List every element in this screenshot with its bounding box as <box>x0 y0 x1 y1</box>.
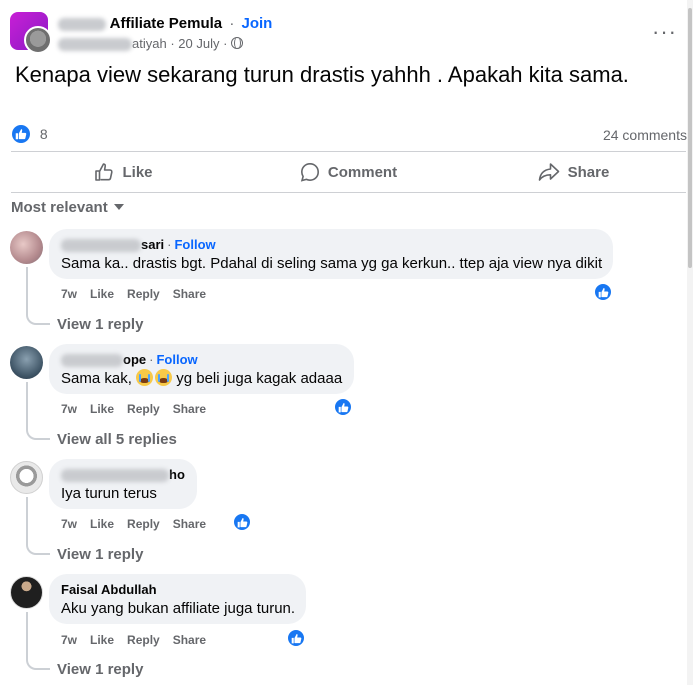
post-text: Kenapa view sekarang turun drastis yahhh… <box>15 62 629 87</box>
author-avatar[interactable] <box>24 26 52 54</box>
comment-like-button[interactable]: Like <box>90 517 114 531</box>
thread-line <box>26 497 50 555</box>
commenter-name[interactable]: ho <box>169 467 185 482</box>
comment-count[interactable]: 24 comments <box>603 127 687 143</box>
comment-time[interactable]: 7w <box>61 287 77 301</box>
scrollbar-thumb[interactable] <box>688 8 692 268</box>
speech-bubble-icon <box>300 162 319 182</box>
comment-like-reaction-icon[interactable] <box>334 398 352 416</box>
comment-actions: 7w Like Reply Share <box>61 402 219 416</box>
comment-reply-button[interactable]: Reply <box>127 402 160 416</box>
author-name[interactable]: atiyah <box>132 36 167 51</box>
comment-like-reaction-icon[interactable] <box>233 513 251 531</box>
group-title-line: Affiliate Pemula · Join <box>58 15 272 32</box>
caret-down-icon <box>113 204 124 210</box>
comment-actions: 7w Like Reply Share <box>61 517 219 531</box>
commenter-avatar[interactable] <box>10 576 43 609</box>
comment-like-reaction-icon[interactable] <box>287 629 305 647</box>
comment-text-end: yg beli juga kagak adaaa <box>176 370 343 387</box>
reactions-summary: 8 24 comments <box>12 125 687 145</box>
comment-reply-button[interactable]: Reply <box>127 287 160 301</box>
view-replies-link[interactable]: View 1 reply <box>57 316 143 333</box>
comment-like-button[interactable]: Like <box>90 287 114 301</box>
redacted-text <box>58 17 106 31</box>
join-button[interactable]: Join <box>242 15 273 32</box>
post-action-bar: Like Comment Share <box>11 151 686 193</box>
post-date[interactable]: 20 July <box>178 36 219 51</box>
redacted-text <box>58 38 132 52</box>
comment-actions: 7w Like Reply Share <box>61 633 219 647</box>
separator: · <box>170 36 175 51</box>
thread-line <box>26 382 50 440</box>
separator: · <box>223 36 228 51</box>
like-reaction-icon[interactable] <box>12 125 30 144</box>
comment-text: Sama ka.. drastis bgt. Pdahal di seling … <box>61 255 603 272</box>
comment-bubble: ope · Follow Sama kak, yg beli juga kagak … <box>49 344 354 394</box>
sort-label: Most relevant <box>11 199 108 216</box>
comment-like-reaction-icon[interactable] <box>594 283 612 301</box>
like-button[interactable]: Like <box>11 152 236 192</box>
crying-face-emoji-icon <box>155 369 173 386</box>
more-dots-icon[interactable]: ··· <box>652 21 677 43</box>
share-label: Share <box>567 163 610 181</box>
comment-text: Iya turun terus <box>61 485 157 502</box>
share-button[interactable]: Share <box>461 152 686 192</box>
view-replies-link[interactable]: View 1 reply <box>57 546 143 563</box>
crying-face-emoji-icon <box>136 369 154 386</box>
commenter-name[interactable]: Faisal Abdullah <box>61 582 294 598</box>
comment-reply-button[interactable]: Reply <box>127 633 160 647</box>
comment-sort-dropdown[interactable]: Most relevant <box>11 199 124 216</box>
comment-time[interactable]: 7w <box>61 402 77 416</box>
follow-button[interactable]: Follow <box>156 352 197 367</box>
comment-share-button[interactable]: Share <box>173 287 206 301</box>
thread-line <box>26 267 50 325</box>
commenter-name-line: ho <box>61 467 185 483</box>
view-replies-link[interactable]: View all 5 replies <box>57 431 177 448</box>
comment-actions: 7w Like Reply Share <box>61 287 219 301</box>
comment-share-button[interactable]: Share <box>173 402 206 416</box>
commenter-avatar[interactable] <box>10 346 43 379</box>
commenter-avatar[interactable] <box>10 231 43 264</box>
redacted-text <box>61 469 169 483</box>
follow-button[interactable]: Follow <box>174 237 215 252</box>
comment-text-start: Sama kak, <box>61 370 132 387</box>
share-arrow-icon <box>538 163 559 181</box>
comment-like-button[interactable]: Like <box>90 633 114 647</box>
post-meta: atiyah · 20 July · <box>58 36 244 52</box>
scrollbar[interactable] <box>687 0 693 685</box>
comment-text: Sama kak, yg beli juga kagak adaaa <box>61 369 342 389</box>
comment-time[interactable]: 7w <box>61 633 77 647</box>
commenter-name-line: ope · Follow <box>61 352 342 368</box>
comment-time[interactable]: 7w <box>61 517 77 531</box>
comment-like-button[interactable]: Like <box>90 402 114 416</box>
commenter-avatar[interactable] <box>10 461 43 494</box>
comment-text: Aku yang bukan affiliate juga turun. <box>61 600 296 617</box>
reaction-count[interactable]: 8 <box>40 126 48 142</box>
commenter-name[interactable]: sari <box>141 237 164 252</box>
globe-icon <box>231 36 244 49</box>
commenter-name-line: sari · Follow <box>61 237 601 253</box>
comment-bubble: ho Iya turun terus <box>49 459 197 509</box>
separator: · <box>229 15 235 32</box>
view-replies-link[interactable]: View 1 reply <box>57 661 143 678</box>
redacted-text <box>61 239 141 253</box>
like-label: Like <box>122 163 153 181</box>
comment-share-button[interactable]: Share <box>173 633 206 647</box>
commenter-name[interactable]: ope <box>123 352 146 367</box>
comment-bubble: sari · Follow Sama ka.. drastis bgt. Pdaha… <box>49 229 613 279</box>
post-header: Affiliate Pemula · Join atiyah · 20 July… <box>10 12 685 56</box>
thumbs-up-icon <box>95 163 114 181</box>
redacted-text <box>61 354 123 368</box>
comment-label: Comment <box>327 163 398 181</box>
comment-share-button[interactable]: Share <box>173 517 206 531</box>
comment-bubble: Faisal Abdullah Aku yang bukan affiliate… <box>49 574 306 624</box>
comment-button[interactable]: Comment <box>236 152 461 192</box>
group-name-link[interactable]: Affiliate Pemula <box>110 15 223 32</box>
comment-reply-button[interactable]: Reply <box>127 517 160 531</box>
thread-line <box>26 612 50 670</box>
